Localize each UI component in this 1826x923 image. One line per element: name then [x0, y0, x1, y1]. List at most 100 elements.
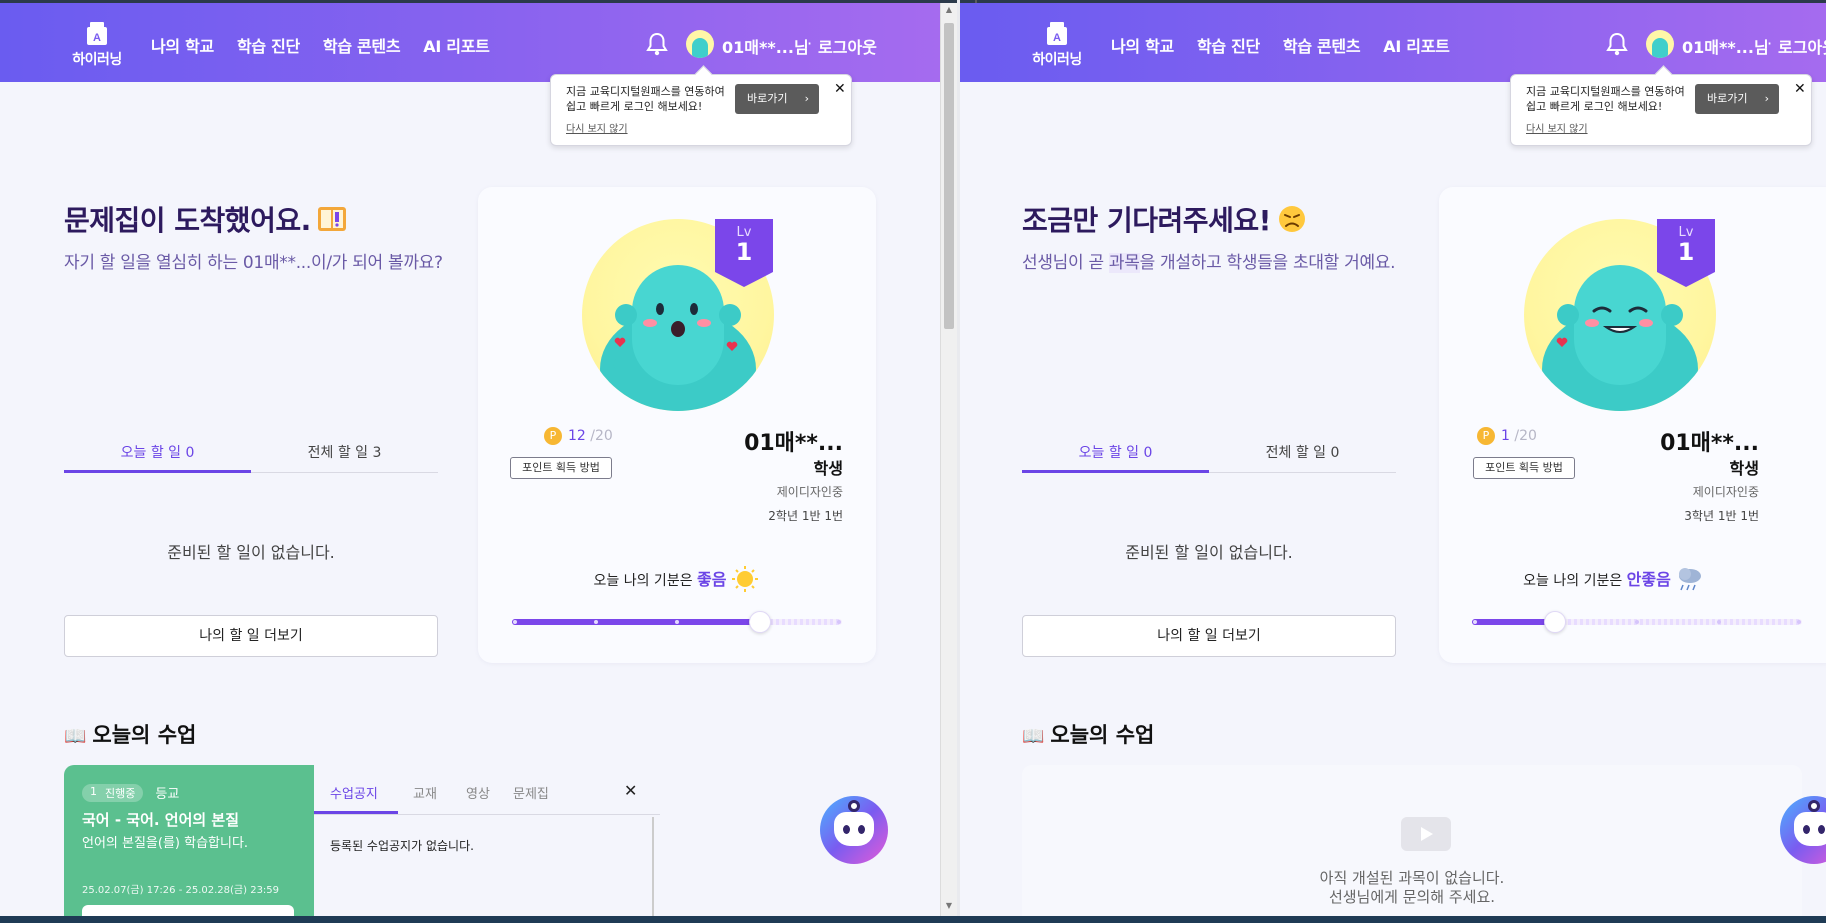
open-book-icon: 📖 — [64, 726, 87, 747]
no-lesson-line1: 아직 개설된 과목이 없습니다. — [1319, 869, 1505, 887]
chatbot-antenna-icon — [1808, 800, 1820, 812]
mood-prefix: 오늘 나의 기분은 — [1523, 573, 1623, 589]
tab-today-todo[interactable]: 오늘 할 일 0 — [64, 439, 251, 473]
notice-empty-message: 등록된 수업공지가 없습니다. — [330, 839, 474, 853]
points-max: /20 — [1514, 428, 1537, 444]
mood-prefix: 오늘 나의 기분은 — [593, 573, 693, 589]
sun-icon — [732, 566, 759, 592]
no-lesson-card: 아직 개설된 과목이 없습니다. 선생님에게 문의해 주세요. — [1022, 765, 1802, 916]
tab-video[interactable]: 영상 — [466, 783, 490, 802]
go-button[interactable]: 바로가기 › — [1695, 84, 1779, 114]
tab-all-todo[interactable]: 전체 할 일 0 — [1209, 439, 1396, 472]
svg-text:A: A — [1053, 32, 1061, 44]
logo-text: 하이러닝 — [1032, 52, 1082, 68]
lesson-enter-button[interactable] — [82, 905, 294, 916]
logo[interactable]: A 하이러닝 — [67, 21, 127, 68]
profile-role: 학생 — [813, 459, 843, 478]
nav-diagnosis[interactable]: 학습 진단 — [237, 33, 300, 57]
points-display: P1 /20 — [1477, 427, 1537, 445]
logo-icon: A — [1047, 22, 1067, 45]
hero-title-text: 조금만 기다려주세요! — [1022, 204, 1271, 237]
todo-tabs: 오늘 할 일 0 전체 할 일 3 — [64, 439, 438, 473]
avatar[interactable] — [1646, 30, 1674, 58]
open-book-icon: 📖 — [1022, 726, 1045, 747]
tab-all-todo[interactable]: 전체 할 일 3 — [251, 439, 438, 472]
close-icon[interactable]: ✕ — [834, 81, 846, 97]
nav-ai-report[interactable]: AI 리포트 — [423, 33, 490, 57]
chatbot-button[interactable] — [820, 796, 888, 864]
close-icon[interactable]: ✕ — [624, 781, 637, 800]
left-window: A 하이러닝 나의 학교 학습 진단 학습 콘텐츠 AI 리포트 01매**..… — [0, 3, 940, 916]
logout-link[interactable]: 로그아웃 — [1778, 34, 1826, 58]
no-lesson-message: 아직 개설된 과목이 없습니다. 선생님에게 문의해 주세요. — [1022, 869, 1802, 907]
logo[interactable]: A 하이러닝 — [1027, 21, 1087, 68]
tab-today-todo[interactable]: 오늘 할 일 0 — [1022, 439, 1209, 473]
profile-name: 01매**... — [744, 431, 843, 456]
nav-my-school[interactable]: 나의 학교 — [1111, 33, 1174, 57]
popup-text: 지금 교육디지털원패스를 연동하여 쉽고 빠르게 로그인 해보세요! — [1526, 85, 1685, 113]
go-button-label: 바로가기 — [747, 92, 788, 105]
mood-slider[interactable] — [512, 611, 842, 633]
logout-link[interactable]: 로그아웃 — [818, 34, 877, 58]
go-button[interactable]: 바로가기 › — [735, 84, 819, 114]
bell-icon[interactable] — [1605, 31, 1629, 57]
separator-dot: · — [807, 34, 813, 53]
svg-text:A: A — [93, 32, 101, 44]
nav-content[interactable]: 학습 콘텐츠 — [1283, 33, 1361, 57]
points-value: 12 — [568, 428, 586, 444]
more-todo-button[interactable]: 나의 할 일 더보기 — [64, 615, 438, 657]
nav-content[interactable]: 학습 콘텐츠 — [323, 33, 401, 57]
hero-subtitle-highlight: 과목 — [1108, 253, 1140, 273]
video-play-icon — [1401, 817, 1451, 851]
user-name[interactable]: 01매**...님 — [1682, 34, 1769, 58]
mood-slider[interactable] — [1472, 611, 1802, 633]
hero-title: 조금만 기다려주세요! — [1022, 199, 1309, 239]
avatar[interactable] — [686, 30, 714, 58]
chatbot-face-icon — [1794, 812, 1826, 846]
taskbar — [0, 916, 1826, 923]
header: A 하이러닝 나의 학교 학습 진단 학습 콘텐츠 AI 리포트 01매**..… — [960, 3, 1826, 82]
profile-role: 학생 — [1729, 459, 1759, 478]
today-lesson-title: 오늘의 수업 — [1050, 723, 1155, 747]
frown-emoji-icon — [1278, 206, 1305, 232]
dismiss-forever-link[interactable]: 다시 보지 않기 — [1526, 120, 1588, 135]
rain-cloud-icon — [1678, 568, 1701, 591]
hero-subtitle: 자기 할 일을 열심히 하는 01매**...이/가 되어 볼까요? — [64, 253, 443, 273]
profile-card: Lv 1 P1 /20 포인트 획득 방법 01매**... 학생 제이디자인중… — [1439, 187, 1826, 663]
mood-slider-handle[interactable] — [749, 611, 771, 633]
user-name[interactable]: 01매**...님 — [722, 34, 809, 58]
panel-scrollbar[interactable] — [652, 817, 654, 916]
tab-workbook[interactable]: 문제집 — [513, 783, 549, 802]
close-icon[interactable]: ✕ — [1794, 81, 1806, 97]
tab-textbook[interactable]: 교재 — [413, 783, 437, 802]
mood-slider-handle[interactable] — [1544, 611, 1566, 633]
scrollbar-thumb[interactable] — [944, 23, 954, 329]
level-number: 1 — [735, 238, 753, 266]
today-lesson-heading: 📖 오늘의 수업 — [1022, 719, 1154, 749]
points-display: P 12 /20 — [544, 427, 613, 445]
lesson-detail-panel: 수업공지 교재 영상 문제집 ✕ 등록된 수업공지가 없습니다. — [314, 765, 660, 916]
nav-my-school[interactable]: 나의 학교 — [151, 33, 214, 57]
profile-card: Lv 1 P 12 /20 포인트 획득 방법 01매**... 학생 제이디자인… — [478, 187, 876, 663]
profile-name: 01매**... — [1660, 431, 1759, 456]
popup-text: 지금 교육디지털원패스를 연동하여 쉽고 빠르게 로그인 해보세요! — [566, 85, 725, 113]
left-window-scrollbar[interactable]: ▲ ▼ — [940, 3, 957, 916]
point-guide-button[interactable]: 포인트 획득 방법 — [1473, 457, 1575, 479]
lesson-title: 국어 - 국어. 언어의 본질 — [82, 811, 240, 829]
chevron-right-icon: › — [1764, 92, 1769, 105]
more-todo-button[interactable]: 나의 할 일 더보기 — [1022, 615, 1396, 657]
lesson-card[interactable]: 1 진행중 등교 국어 - 국어. 언어의 본질 언어의 본질을(를) 학습합니다… — [64, 765, 314, 916]
nav-ai-report[interactable]: AI 리포트 — [1383, 33, 1450, 57]
scroll-up-icon[interactable]: ▲ — [944, 5, 954, 15]
empty-todo-message: 준비된 할 일이 없습니다. — [1125, 543, 1293, 562]
scroll-down-icon[interactable]: ▼ — [944, 901, 954, 911]
hero-subtitle: 선생님이 곧 과목을 개설하고 학생들을 초대할 거예요. — [1022, 252, 1402, 275]
point-guide-button[interactable]: 포인트 획득 방법 — [510, 457, 612, 479]
today-lesson-title: 오늘의 수업 — [92, 723, 197, 747]
points-max: /20 — [590, 428, 613, 444]
hero-subtitle-pre: 선생님이 곧 — [1022, 253, 1109, 273]
tab-notice[interactable]: 수업공지 — [330, 783, 378, 802]
nav-diagnosis[interactable]: 학습 진단 — [1197, 33, 1260, 57]
bell-icon[interactable] — [645, 31, 669, 57]
dismiss-forever-link[interactable]: 다시 보지 않기 — [566, 120, 628, 135]
